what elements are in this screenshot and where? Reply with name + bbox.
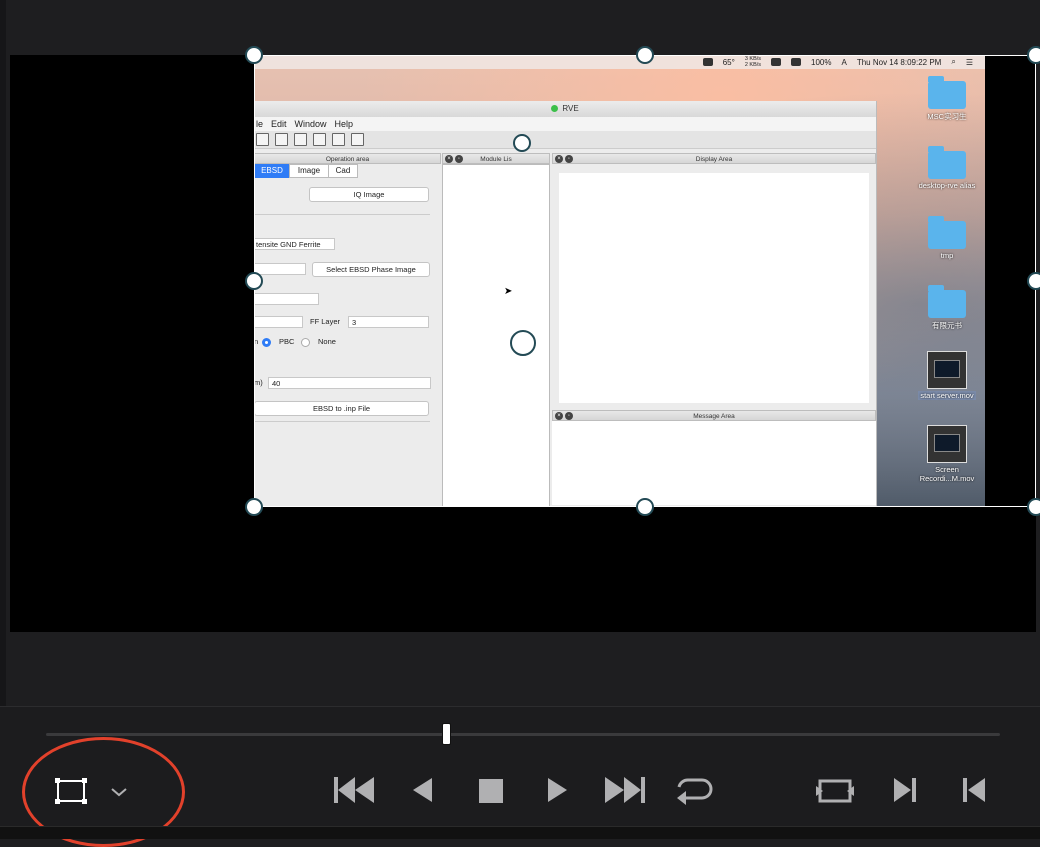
match-frame-icon xyxy=(816,779,854,803)
play-reverse-icon xyxy=(413,778,432,802)
stop-icon xyxy=(479,779,503,803)
next-edit-icon xyxy=(894,778,916,802)
crop-handle-right[interactable] xyxy=(1027,272,1040,290)
viewer-bottom-gap xyxy=(6,632,1040,706)
loop-button[interactable] xyxy=(670,774,714,806)
crop-handle-bottom-left[interactable] xyxy=(245,498,263,516)
crop-handle-top[interactable] xyxy=(636,46,654,64)
viewer-top-strip xyxy=(0,0,1040,55)
loop-icon xyxy=(677,778,713,805)
play-button[interactable] xyxy=(544,774,572,806)
next-edit-button[interactable] xyxy=(889,774,921,806)
crop-handle-top-left[interactable] xyxy=(245,46,263,64)
previous-edit-button[interactable] xyxy=(958,774,990,806)
crop-handle-bottom-right[interactable] xyxy=(1027,498,1040,516)
crop-frame[interactable] xyxy=(254,55,1036,507)
play-icon xyxy=(548,778,567,802)
previous-edit-icon xyxy=(963,778,985,802)
viewer-left-edge xyxy=(0,0,6,706)
skip-to-start-icon xyxy=(334,777,374,803)
crop-handle-top-right[interactable] xyxy=(1027,46,1040,64)
playhead[interactable] xyxy=(442,723,452,745)
play-reverse-button[interactable] xyxy=(408,774,436,806)
crop-handle-bottom[interactable] xyxy=(636,498,654,516)
anchor-handle[interactable] xyxy=(513,134,531,152)
skip-to-end-icon xyxy=(605,777,645,803)
timeline-scrubber[interactable] xyxy=(46,733,1000,736)
bottom-border xyxy=(0,826,1040,839)
match-frame-button[interactable] xyxy=(814,776,856,806)
stop-button[interactable] xyxy=(475,776,507,806)
center-point-handle[interactable] xyxy=(510,330,536,356)
jump-to-start-button[interactable] xyxy=(332,774,376,806)
crop-handle-left[interactable] xyxy=(245,272,263,290)
jump-to-end-button[interactable] xyxy=(603,774,647,806)
